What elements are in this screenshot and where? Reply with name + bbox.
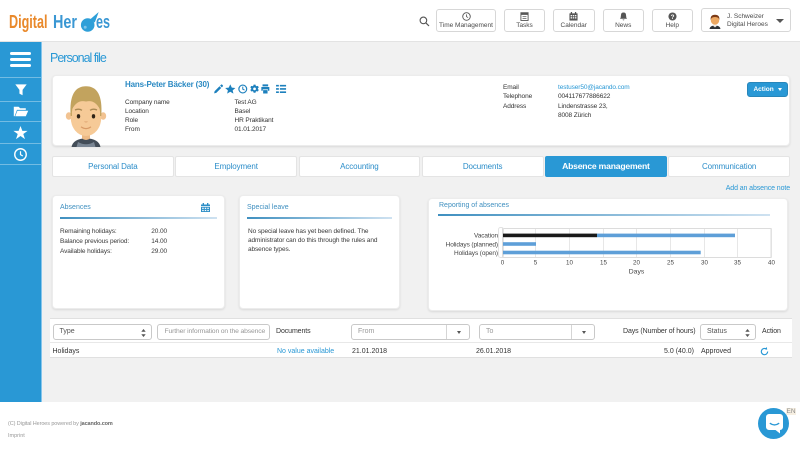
svg-text:Vacation: Vacation [474,232,498,239]
svg-text:15: 15 [600,260,607,267]
svg-text:25: 25 [667,260,674,267]
svg-text:30: 30 [701,260,708,267]
svg-text:35: 35 [734,260,741,267]
svg-text:0: 0 [501,260,505,267]
svg-text:20: 20 [633,260,640,267]
svg-text:5: 5 [534,260,538,267]
svg-text:40: 40 [768,260,775,267]
svg-text:10: 10 [566,260,573,267]
svg-text:Holidays (open): Holidays (open) [454,250,498,257]
svg-text:Holidays (planned): Holidays (planned) [446,241,498,248]
svg-text:?: ? [670,14,674,21]
svg-text:Days: Days [629,269,645,276]
